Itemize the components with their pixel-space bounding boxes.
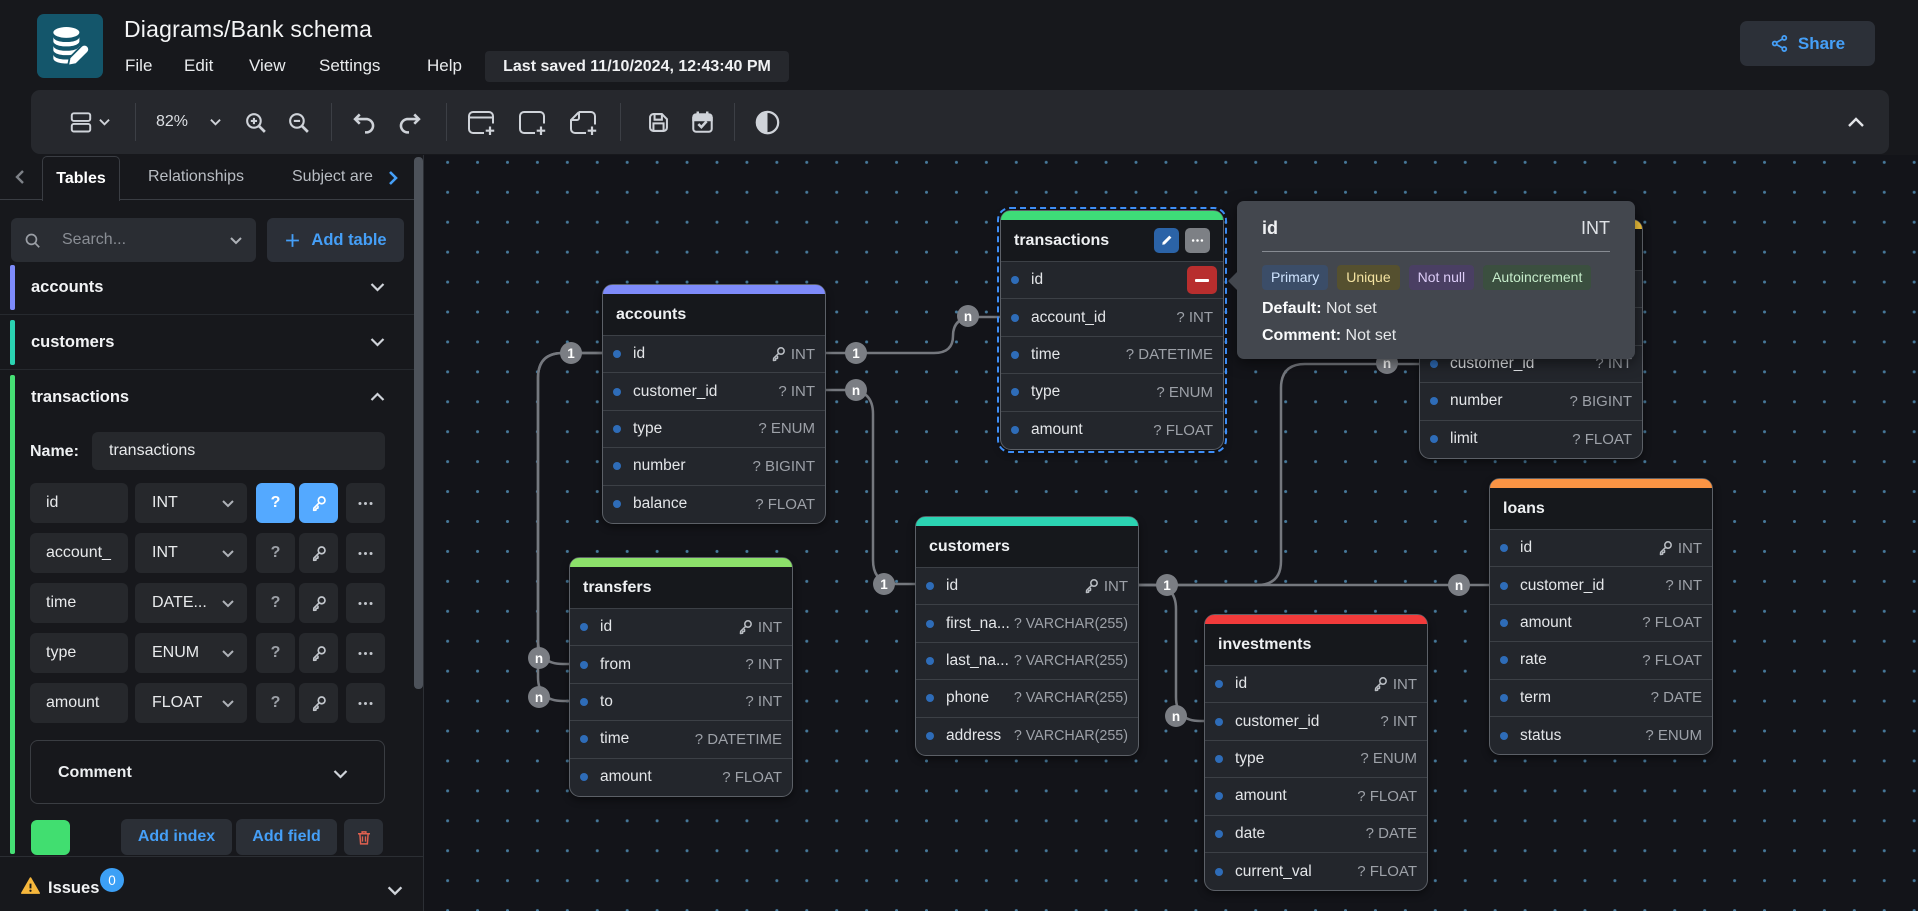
svg-text:1: 1 bbox=[567, 346, 575, 361]
svg-text:n: n bbox=[964, 309, 972, 324]
svg-text:n: n bbox=[535, 690, 543, 705]
svg-text:1: 1 bbox=[852, 346, 860, 361]
svg-text:1: 1 bbox=[880, 577, 888, 592]
svg-text:n: n bbox=[1172, 709, 1180, 724]
svg-text:1: 1 bbox=[1163, 578, 1171, 593]
svg-text:n: n bbox=[852, 383, 860, 398]
svg-text:n: n bbox=[1455, 578, 1463, 593]
svg-text:n: n bbox=[535, 651, 543, 666]
